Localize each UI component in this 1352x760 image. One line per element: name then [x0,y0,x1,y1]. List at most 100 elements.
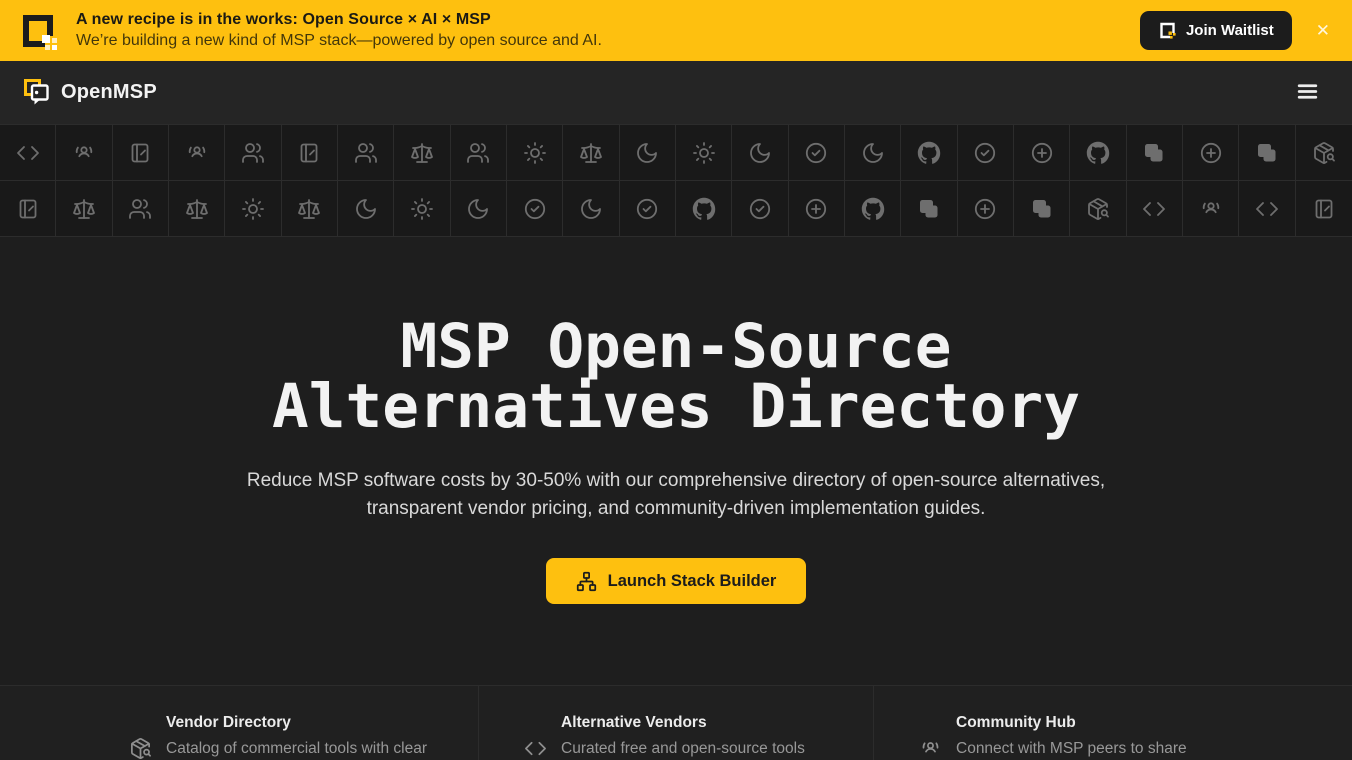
marquee-cell [1014,181,1071,236]
marquee-cell [507,181,564,236]
join-waitlist-label: Join Waitlist [1185,22,1274,39]
package-search-icon [1312,141,1336,165]
feature-title: Vendor Directory [166,714,291,731]
marquee-cell [225,125,282,180]
copy-icon [917,197,941,221]
sun-icon [241,197,265,221]
banner-content: A new recipe is in the works: Open Sourc… [16,9,602,53]
copy-icon [1142,141,1166,165]
marquee-cell [338,125,395,180]
marquee-cell [113,181,169,236]
marquee-cell [901,181,958,236]
circle-plus-icon [1030,141,1054,165]
join-waitlist-button[interactable]: Join Waitlist [1139,11,1292,50]
users-group-icon [1199,197,1223,221]
marquee-cell [1296,125,1352,180]
marquee-cell [451,181,507,236]
moon-icon [635,141,659,165]
users-group-icon [72,141,96,165]
marquee-cell [732,125,789,180]
feature-text: Vendor Directory Catalog of commercial to… [166,712,441,760]
navbar: OpenMSP [0,61,1352,124]
marquee-cell [282,181,338,236]
sun-icon [523,141,547,165]
marquee-cell [620,125,676,180]
hamburger-menu-button[interactable] [1287,73,1328,113]
circle-plus-icon [1199,141,1223,165]
circle-check-icon [748,197,772,221]
package-search-icon [1086,197,1110,221]
marquee-cell [113,125,169,180]
github-icon [861,197,885,221]
marquee-cell [901,125,958,180]
marquee-cell [0,181,57,236]
feature-text: Alternative Vendors Curated free and open… [561,712,836,760]
circle-check-icon [804,141,828,165]
feature-title: Community Hub [956,714,1076,731]
launch-stack-builder-label: Launch Stack Builder [607,571,777,590]
sun-icon [410,197,434,221]
circle-check-icon [635,197,659,221]
users-group-icon [919,737,942,760]
moon-icon [861,141,885,165]
banner-actions: Join Waitlist ✕ [1139,11,1338,50]
code-icon [1255,197,1279,221]
page-title-line2: Alternatives Directory [272,371,1080,442]
marquee-cell [1183,125,1240,180]
circle-plus-icon [804,197,828,221]
users-icon [354,141,378,165]
marquee-cell [56,125,113,180]
recipe-logo-icon [16,9,60,53]
scale-icon [297,197,321,221]
notebook-icon [128,141,152,165]
marquee-cell [169,125,226,180]
marquee-cell [394,181,451,236]
package-search-icon [129,737,152,760]
moon-icon [354,197,378,221]
scale-icon [185,197,209,221]
moon-icon [466,197,490,221]
moon-icon [579,197,603,221]
sun-icon [692,141,716,165]
circle-plus-icon [973,197,997,221]
marquee-cell [676,181,733,236]
marquee-cell [0,125,57,180]
marquee-cell [958,125,1014,180]
marquee-cell [338,181,395,236]
feature-title: Alternative Vendors [561,714,707,731]
menu-icon [1295,79,1320,104]
feature-cards: Vendor Directory Catalog of commercial to… [0,685,1352,760]
marquee-cell [56,181,113,236]
close-banner-button[interactable]: ✕ [1308,18,1338,43]
marquee-cell [563,125,620,180]
brand-name: OpenMSP [61,81,157,103]
feature-text: Community Hub Connect with MSP peers to s… [956,712,1231,760]
code-icon [1142,197,1166,221]
marquee-cell [1296,181,1352,236]
brand[interactable]: OpenMSP [24,78,157,107]
marquee-cell [1070,125,1127,180]
feature-description: Connect with MSP peers to share insights… [956,740,1187,757]
marquee-cell [1127,181,1183,236]
icon-marquee [0,124,1352,237]
feature-card[interactable]: Community Hub Connect with MSP peers to s… [873,686,1268,760]
marquee-cell [620,181,676,236]
notebook-icon [16,197,40,221]
marquee-cell [507,125,564,180]
users-icon [466,141,490,165]
scale-icon [579,141,603,165]
circle-check-icon [973,141,997,165]
marquee-cell [845,125,902,180]
marquee-cell [451,125,507,180]
marquee-cell [394,125,451,180]
hero-section: MSP Open-Source Alternatives Directory Re… [0,237,1352,604]
feature-card[interactable]: Vendor Directory Catalog of commercial to… [84,686,478,760]
launch-stack-builder-button[interactable]: Launch Stack Builder [545,558,807,604]
icon-marquee-row-2 [0,181,1352,237]
scale-icon [410,141,434,165]
waitlist-logo-icon [1158,21,1177,40]
network-icon [576,571,597,592]
feature-card[interactable]: Alternative Vendors Curated free and open… [478,686,873,760]
page-title: MSP Open-Source Alternatives Directory [0,316,1352,437]
marquee-cell [1183,181,1240,236]
